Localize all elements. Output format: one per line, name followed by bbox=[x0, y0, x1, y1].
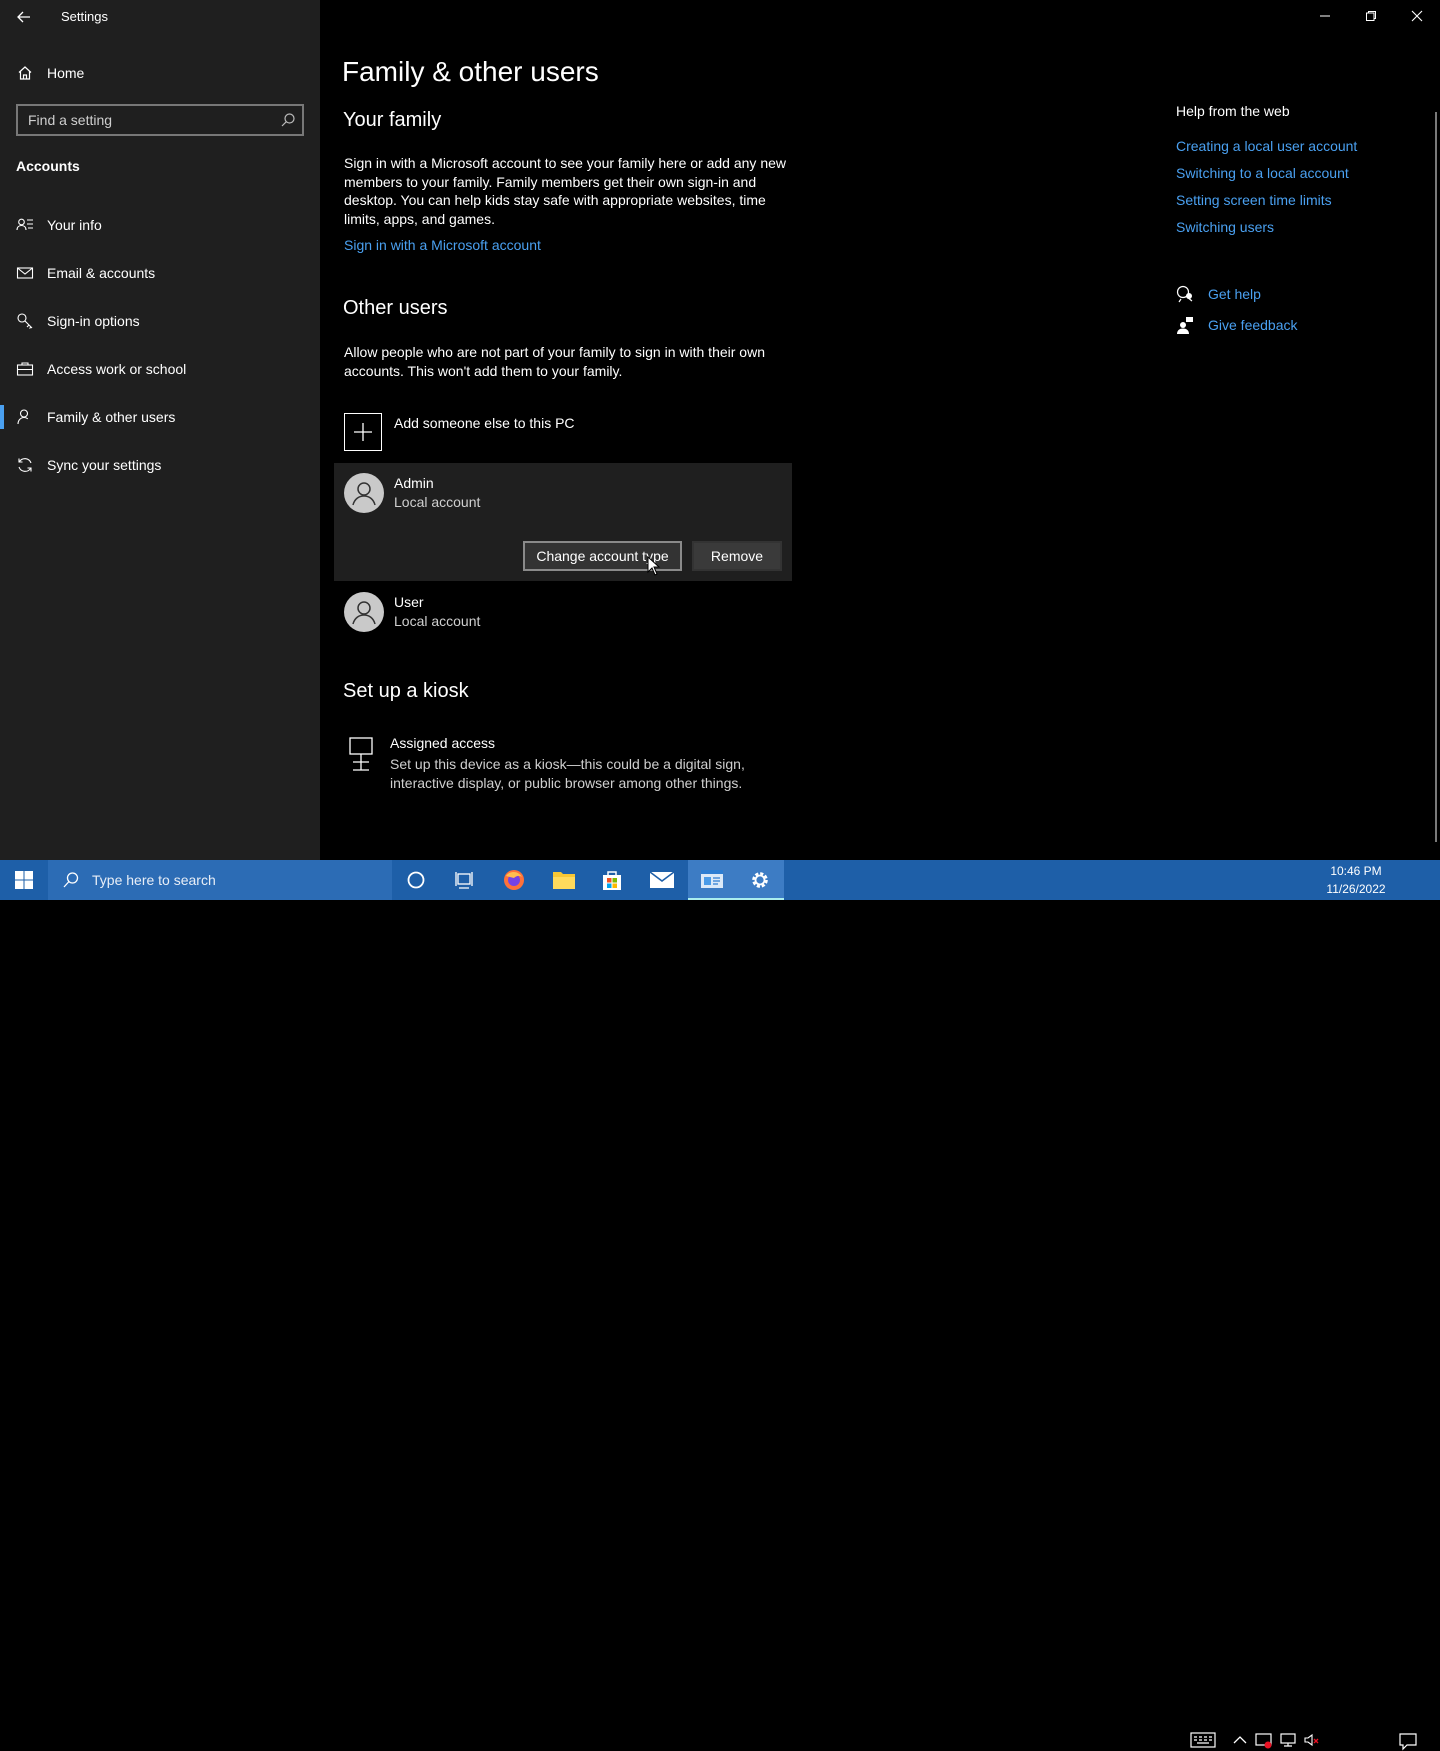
user-account-type: Local account bbox=[394, 613, 481, 629]
firefox-taskbar-button[interactable] bbox=[490, 860, 538, 900]
minimize-icon bbox=[1319, 10, 1331, 22]
help-link[interactable]: Setting screen time limits bbox=[1176, 192, 1332, 208]
home-icon bbox=[16, 64, 34, 82]
search-icon bbox=[62, 871, 80, 889]
cortana-icon bbox=[406, 870, 426, 890]
mail-icon bbox=[649, 870, 675, 890]
scrollbar[interactable] bbox=[1435, 112, 1437, 842]
add-user-label[interactable]: Add someone else to this PC bbox=[394, 415, 575, 431]
store-icon bbox=[600, 868, 624, 892]
settings-taskbar-button[interactable] bbox=[736, 860, 784, 900]
sidebar-item-family-other-users[interactable]: Family & other users bbox=[0, 397, 320, 437]
section-title: Accounts bbox=[16, 158, 80, 174]
mail-icon bbox=[16, 264, 34, 282]
sidebar-item-your-info[interactable]: Your info bbox=[0, 205, 320, 245]
avatar bbox=[344, 473, 384, 513]
settings-search-input[interactable] bbox=[18, 106, 288, 134]
notifications-icon[interactable] bbox=[1398, 1731, 1418, 1751]
sidebar-item-label: Sign-in options bbox=[47, 313, 140, 329]
add-icon[interactable] bbox=[344, 413, 382, 451]
assigned-access-title: Assigned access bbox=[390, 735, 496, 751]
sidebar-item-label: Family & other users bbox=[47, 409, 176, 425]
page-title: Family & other users bbox=[342, 56, 599, 87]
user-card-user[interactable]: User Local account bbox=[334, 582, 792, 642]
sync-icon bbox=[16, 456, 34, 474]
sidebar-item-home[interactable]: Home bbox=[0, 53, 320, 93]
mouse-cursor-icon bbox=[647, 556, 661, 576]
user-name: Admin bbox=[394, 475, 434, 491]
task-view-button[interactable] bbox=[440, 860, 488, 900]
key-icon bbox=[16, 312, 34, 330]
microsoft-signin-link[interactable]: Sign in with a Microsoft account bbox=[344, 237, 541, 253]
get-help-icon bbox=[1176, 285, 1194, 303]
clock-time: 10:46 PM bbox=[1330, 864, 1382, 878]
sidebar-item-sign-in-options[interactable]: Sign-in options bbox=[0, 301, 320, 341]
other-users-heading: Other users bbox=[343, 297, 448, 319]
person-add-icon bbox=[16, 408, 34, 426]
taskbar bbox=[0, 860, 1440, 1751]
get-help-link[interactable]: Get help bbox=[1208, 286, 1261, 302]
search-icon[interactable] bbox=[280, 112, 296, 128]
help-link[interactable]: Creating a local user account bbox=[1176, 138, 1357, 154]
avatar bbox=[344, 592, 384, 632]
minimize-button[interactable] bbox=[1302, 0, 1348, 32]
clock[interactable]: 10:46 PM 11/26/2022 bbox=[1322, 862, 1390, 898]
volume-muted-icon[interactable] bbox=[1303, 1731, 1321, 1749]
task-view-icon bbox=[454, 870, 474, 890]
control-panel-taskbar-button[interactable] bbox=[688, 860, 736, 900]
restore-icon bbox=[1365, 10, 1377, 22]
user-card-admin[interactable]: Admin Local account Change account type … bbox=[334, 463, 792, 581]
windows-logo-icon bbox=[15, 871, 33, 889]
user-name: User bbox=[394, 594, 424, 610]
sidebar-item-label: Your info bbox=[47, 217, 102, 233]
chevron-up-icon[interactable] bbox=[1231, 1731, 1249, 1749]
store-taskbar-button[interactable] bbox=[588, 860, 636, 900]
app-title: Settings bbox=[61, 9, 108, 24]
feedback-icon bbox=[1176, 316, 1194, 334]
help-link[interactable]: Switching to a local account bbox=[1176, 165, 1349, 181]
clock-date: 11/26/2022 bbox=[1326, 882, 1386, 896]
taskbar-search[interactable] bbox=[48, 860, 392, 900]
control-panel-icon bbox=[700, 869, 724, 891]
network-icon[interactable] bbox=[1279, 1731, 1297, 1749]
file-explorer-taskbar-button[interactable] bbox=[540, 860, 588, 900]
mail-taskbar-button[interactable] bbox=[638, 860, 686, 900]
home-label: Home bbox=[47, 65, 85, 81]
restore-button[interactable] bbox=[1348, 0, 1394, 32]
taskbar-search-input[interactable] bbox=[90, 871, 384, 889]
firefox-icon bbox=[502, 868, 526, 892]
your-family-heading: Your family bbox=[343, 109, 442, 131]
sidebar-item-email-accounts[interactable]: Email & accounts bbox=[0, 253, 320, 293]
your-family-description: Sign in with a Microsoft account to see … bbox=[344, 155, 786, 227]
kiosk-icon bbox=[348, 736, 376, 772]
sidebar: Settings Home Accounts Your info Email &… bbox=[0, 0, 320, 860]
remove-button[interactable]: Remove bbox=[692, 541, 782, 571]
security-alert-icon[interactable] bbox=[1255, 1731, 1273, 1749]
close-button[interactable] bbox=[1394, 0, 1440, 32]
kiosk-heading: Set up a kiosk bbox=[343, 680, 469, 702]
back-arrow-icon[interactable] bbox=[14, 7, 34, 27]
cortana-button[interactable] bbox=[392, 860, 440, 900]
settings-search-box[interactable] bbox=[16, 104, 304, 136]
sidebar-item-label: Email & accounts bbox=[47, 265, 156, 281]
give-feedback-link[interactable]: Give feedback bbox=[1208, 317, 1298, 333]
person-list-icon bbox=[16, 216, 34, 234]
briefcase-icon bbox=[16, 360, 34, 378]
sidebar-item-label: Access work or school bbox=[47, 361, 187, 377]
gear-icon bbox=[749, 869, 771, 891]
folder-icon bbox=[552, 869, 576, 891]
keyboard-icon[interactable] bbox=[1190, 1731, 1216, 1749]
help-title: Help from the web bbox=[1176, 103, 1290, 119]
start-button[interactable] bbox=[0, 860, 48, 900]
sidebar-item-sync-settings[interactable]: Sync your settings bbox=[0, 445, 320, 485]
assigned-access-description: Set up this device as a kiosk—this could… bbox=[390, 756, 745, 791]
other-users-description: Allow people who are not part of your fa… bbox=[344, 344, 765, 379]
close-icon bbox=[1411, 10, 1423, 22]
sidebar-item-label: Sync your settings bbox=[47, 457, 162, 473]
sidebar-item-access-work-school[interactable]: Access work or school bbox=[0, 349, 320, 389]
user-account-type: Local account bbox=[394, 494, 481, 510]
help-link[interactable]: Switching users bbox=[1176, 219, 1274, 235]
